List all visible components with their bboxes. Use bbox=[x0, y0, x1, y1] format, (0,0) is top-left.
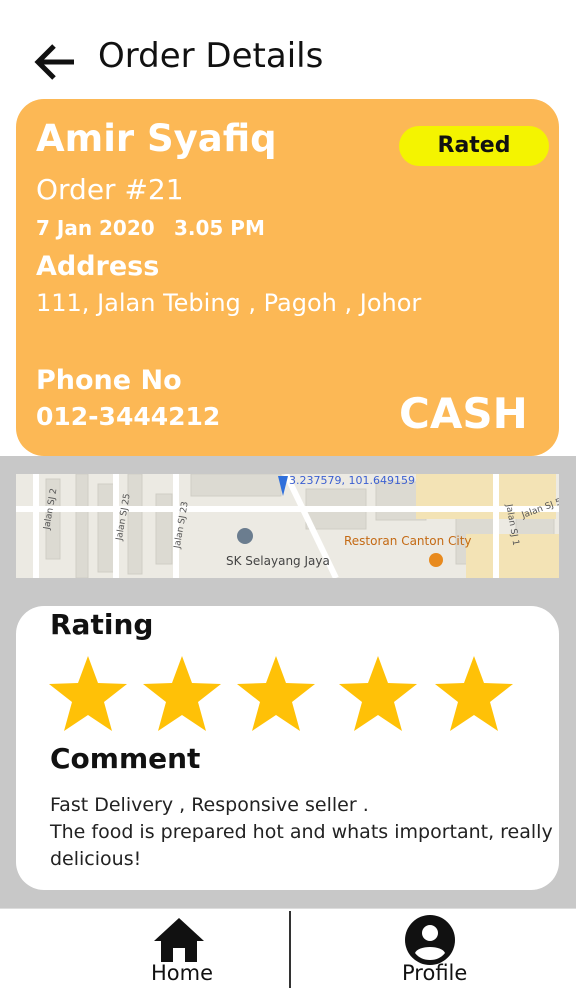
rating-card: Rating Comment Fast Delivery , Responsiv… bbox=[16, 606, 559, 890]
home-icon bbox=[154, 918, 204, 962]
customer-name: Amir Syafiq bbox=[36, 117, 277, 160]
comment-line: The food is prepared hot and whats impor… bbox=[50, 821, 553, 843]
rating-title: Rating bbox=[50, 608, 154, 641]
phone-value[interactable]: 012-3444212 bbox=[36, 402, 220, 431]
star-icon[interactable] bbox=[140, 654, 224, 734]
nav-label-profile: Profile bbox=[402, 961, 468, 985]
star-icon[interactable] bbox=[432, 654, 516, 734]
account-circle-icon bbox=[405, 915, 455, 965]
comment-line: delicious! bbox=[50, 848, 142, 870]
comment-line: Fast Delivery , Responsive seller . bbox=[50, 794, 369, 816]
star-icon[interactable] bbox=[46, 654, 130, 734]
phone-label: Phone No bbox=[36, 365, 182, 396]
nav-label-home: Home bbox=[151, 961, 214, 985]
star-icon[interactable] bbox=[234, 654, 318, 734]
order-date: 7 Jan 2020 bbox=[36, 216, 155, 240]
app-header: Order Details bbox=[0, 0, 576, 100]
star-icon[interactable] bbox=[336, 654, 420, 734]
order-summary-card: Amir Syafiq Rated Order #21 7 Jan 2020 3… bbox=[16, 99, 559, 456]
delivery-map[interactable]: 3.237579, 101.649159 Restoran Canton Cit… bbox=[16, 474, 559, 578]
address-value: 111, Jalan Tebing , Pagoh , Johor bbox=[36, 289, 422, 317]
star-rating bbox=[46, 654, 526, 734]
address-label: Address bbox=[36, 251, 160, 282]
back-button[interactable] bbox=[30, 38, 82, 86]
order-number: Order #21 bbox=[36, 173, 184, 206]
bottom-navigation: Home Profile bbox=[0, 908, 576, 988]
map-coordinates: 3.237579, 101.649159 bbox=[289, 474, 415, 487]
arrow-left-icon bbox=[34, 44, 74, 80]
nav-item-home[interactable]: Home bbox=[0, 909, 288, 988]
status-badge: Rated bbox=[399, 126, 549, 166]
map-place-school: SK Selayang Jaya bbox=[226, 554, 330, 568]
comment-title: Comment bbox=[50, 742, 201, 775]
order-time: 3.05 PM bbox=[174, 216, 265, 240]
map-place-restaurant: Restoran Canton City bbox=[344, 534, 472, 548]
nav-item-profile[interactable]: Profile bbox=[291, 909, 576, 988]
payment-method: CASH bbox=[399, 389, 528, 438]
page-title: Order Details bbox=[98, 36, 324, 76]
